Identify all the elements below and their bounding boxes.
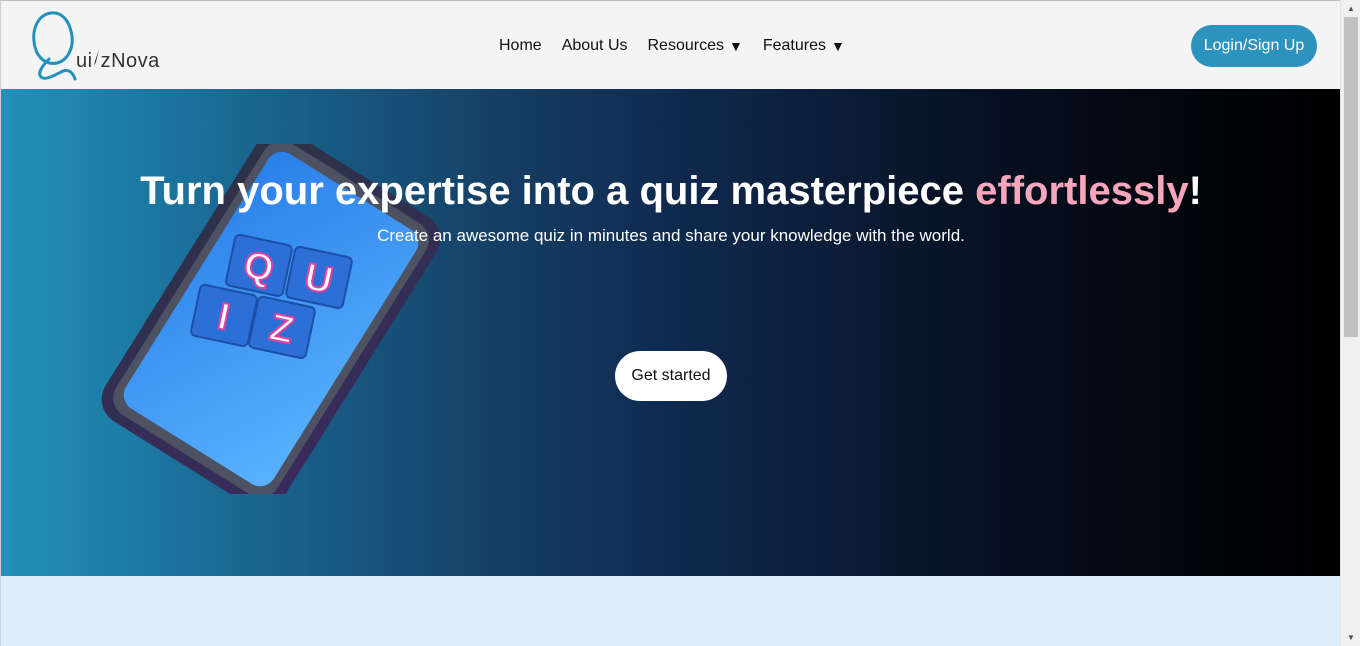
logo-letter: Q [51, 48, 52, 50]
nav-home-label: Home [499, 37, 542, 54]
hero-subtitle: Create an awesome quiz in minutes and sh… [377, 226, 965, 245]
scroll-up-arrow-icon[interactable]: ▲ [1341, 0, 1360, 17]
nav-about-us[interactable]: About Us [562, 37, 628, 55]
nav-features-dropdown[interactable]: Features ▼ [763, 37, 845, 55]
hero-title: Turn your expertise into a quiz masterpi… [1, 169, 1340, 214]
page: Q ui zNova Home About Us Resources ▼ Featu… [0, 0, 1340, 646]
vertical-scrollbar[interactable]: ▲ ▼ [1340, 0, 1360, 646]
next-section [1, 576, 1340, 646]
nav-resources-label: Resources [647, 37, 724, 54]
hero-title-end: ! [1188, 169, 1202, 213]
get-started-button[interactable]: Get started [615, 351, 727, 401]
caret-down-icon: ▼ [728, 38, 743, 54]
hero-title-accent: effortlessly [975, 169, 1189, 213]
nav-resources-dropdown[interactable]: Resources ▼ [648, 37, 743, 55]
hero-section: Q U I Z Turn your expertise into a quiz … [1, 89, 1340, 576]
quill-icon [93, 49, 101, 73]
login-signup-button[interactable]: Login/Sign Up [1191, 25, 1317, 67]
hero-title-main: Turn your expertise into a quiz masterpi… [140, 169, 976, 213]
logo-text-after: zNova [100, 50, 160, 72]
quiznova-logo[interactable]: Q ui zNova [29, 9, 179, 83]
main-nav: Home About Us Resources ▼ Features ▼ [499, 37, 865, 55]
caret-down-icon: ▼ [830, 38, 845, 54]
scroll-down-arrow-icon[interactable]: ▼ [1341, 629, 1360, 646]
logo-wordmark: ui zNova [76, 49, 160, 73]
site-header: Q ui zNova Home About Us Resources ▼ Featu… [1, 1, 1340, 89]
nav-features-label: Features [762, 37, 826, 54]
nav-about-us-label: About Us [561, 37, 628, 54]
logo-text-before: ui [76, 50, 93, 72]
scrollbar-thumb[interactable] [1344, 17, 1358, 337]
nav-home[interactable]: Home [499, 37, 542, 55]
